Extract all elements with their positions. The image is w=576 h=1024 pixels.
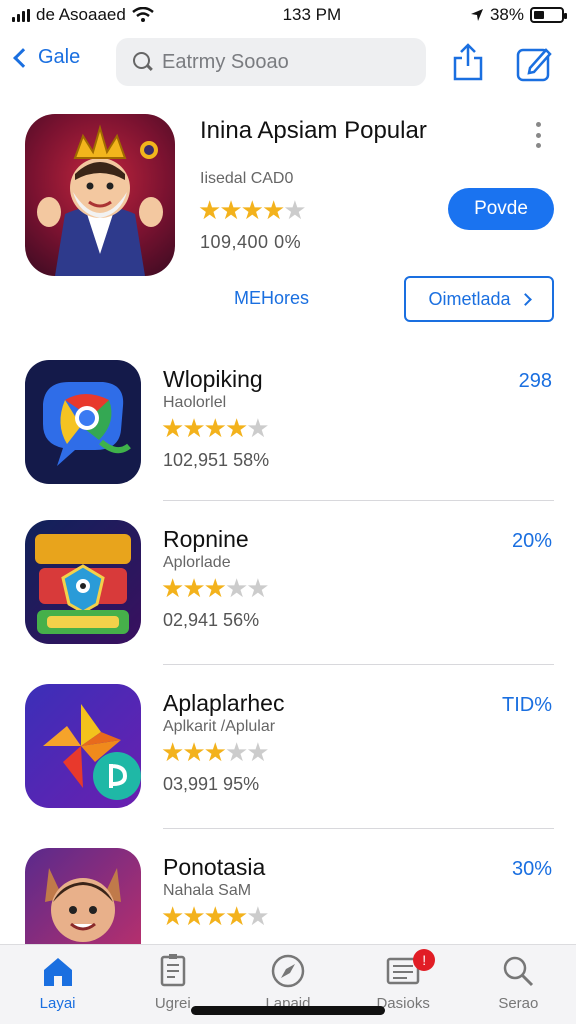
chevron-right-icon xyxy=(518,292,532,306)
star-icon: ★ xyxy=(161,901,184,931)
featured-app-stats: 109,400 0% xyxy=(200,232,302,252)
star-icon: ★ xyxy=(224,573,248,603)
app-stats: 102,951 58% xyxy=(163,450,270,470)
battery-icon xyxy=(530,7,567,23)
star-rating: ★★★★★ xyxy=(161,412,270,444)
notification-badge: ! xyxy=(413,949,436,971)
star-rating: ★★★★★ xyxy=(161,736,270,768)
pinwheel-app-icon xyxy=(25,684,141,808)
house-icon xyxy=(43,958,72,986)
star-icon: ★ xyxy=(161,413,184,443)
star-icon: ★ xyxy=(198,195,221,225)
star-icon: ★ xyxy=(161,737,184,767)
app-stats: 02,941 56% xyxy=(163,610,260,630)
app-percent: 20% xyxy=(511,530,552,552)
search-icon xyxy=(132,51,154,73)
star-rating: ★★★★★ xyxy=(161,572,270,604)
star-icon: ★ xyxy=(182,901,205,931)
star-rating: ★★★★★ xyxy=(161,900,270,932)
signal-icon xyxy=(12,8,30,22)
wifi-icon xyxy=(132,7,154,22)
star-icon: ★ xyxy=(261,195,285,225)
list-item[interactable]: Aplaplarhec Aplkarit /Aplular ★★★★★ 03,9… xyxy=(0,684,576,848)
list-item[interactable]: Ropnine Aplorlade ★★★★★ 02,941 56% 20% xyxy=(0,520,576,684)
location-arrow-icon xyxy=(470,9,483,21)
app-subtitle: Aplkarit /Aplular xyxy=(163,718,276,735)
star-icon: ★ xyxy=(246,573,269,603)
star-icon: ★ xyxy=(246,413,269,443)
app-name: Aplaplarhec xyxy=(163,690,285,716)
app-name: Wlopiking xyxy=(163,366,263,392)
app-name: Ropnine xyxy=(163,526,249,552)
status-right: 38% xyxy=(470,5,567,25)
star-icon: ★ xyxy=(182,413,205,443)
star-icon: ★ xyxy=(224,901,248,931)
king-character-app-icon xyxy=(25,114,175,276)
featured-app-subtitle: Iisedal CAD0 xyxy=(200,170,294,187)
outline-button[interactable]: Oimetlada xyxy=(404,276,554,322)
compass-icon xyxy=(271,954,305,988)
chat-bubble-app-icon xyxy=(25,360,141,484)
app-subtitle: Aplorlade xyxy=(163,554,231,571)
search-placeholder: Eatrmy Sooao xyxy=(162,50,289,73)
star-icon: ★ xyxy=(224,737,248,767)
star-icon: ★ xyxy=(203,901,227,931)
back-button[interactable]: Gale xyxy=(13,46,81,69)
star-icon: ★ xyxy=(203,737,227,767)
star-icon: ★ xyxy=(182,573,205,603)
outline-button-label: Oimetlada xyxy=(428,288,511,309)
app-subtitle: Haolorlel xyxy=(163,394,227,411)
app-percent: 298 xyxy=(518,370,552,392)
compose-icon[interactable] xyxy=(514,44,554,84)
app-stats: 03,991 95% xyxy=(163,774,260,794)
share-icon[interactable] xyxy=(450,42,486,82)
app-name: Ponotasia xyxy=(163,854,266,880)
chevron-left-icon xyxy=(13,47,33,68)
emblem-game-app-icon xyxy=(25,520,141,644)
status-bar: de Asoaaed 133 PM 38% xyxy=(0,0,576,30)
star-icon: ★ xyxy=(203,573,227,603)
more-options-icon[interactable] xyxy=(530,122,546,148)
status-left: de Asoaaed xyxy=(12,5,154,25)
star-icon: ★ xyxy=(246,737,269,767)
star-icon: ★ xyxy=(203,413,227,443)
app-subtitle: Nahala SaM xyxy=(163,882,252,899)
search-icon xyxy=(504,956,534,987)
star-icon: ★ xyxy=(219,195,242,225)
battery-percent: 38% xyxy=(489,5,524,24)
star-icon: ★ xyxy=(240,195,264,225)
carrier-label: de Asoaaed xyxy=(36,5,126,24)
star-icon: ★ xyxy=(182,737,205,767)
more-link[interactable]: MEHores xyxy=(234,288,309,309)
back-label: Gale xyxy=(38,46,81,68)
tab-label: Serao xyxy=(498,995,539,1012)
document-icon xyxy=(160,954,186,987)
battery-level xyxy=(534,11,544,19)
divider xyxy=(163,828,554,829)
app-percent: TID% xyxy=(502,694,552,716)
search-input[interactable]: Eatrmy Sooao xyxy=(116,38,426,86)
star-icon: ★ xyxy=(246,901,269,931)
clock: 133 PM xyxy=(282,5,342,24)
star-icon: ★ xyxy=(224,413,248,443)
star-rating: ★★★★★ xyxy=(198,194,307,226)
divider xyxy=(163,500,554,501)
tab-label: Ugrei xyxy=(154,995,191,1012)
star-icon: ★ xyxy=(283,195,306,225)
tab-label: Layai xyxy=(39,995,76,1012)
app-percent: 30% xyxy=(511,858,552,880)
get-button[interactable]: Povde xyxy=(448,188,554,230)
featured-app-card[interactable]: Inina Apsiam Popular Iisedal CAD0 ★★★★★ … xyxy=(0,106,576,336)
tab-home[interactable]: Layai xyxy=(8,945,108,1024)
nav-bar: Gale Eatrmy Sooao xyxy=(0,36,576,92)
tab-search[interactable]: Serao xyxy=(468,945,568,1024)
featured-app-title: Inina Apsiam Popular xyxy=(200,117,427,144)
star-icon: ★ xyxy=(161,573,184,603)
divider xyxy=(163,664,554,665)
home-indicator[interactable] xyxy=(191,1006,385,1015)
